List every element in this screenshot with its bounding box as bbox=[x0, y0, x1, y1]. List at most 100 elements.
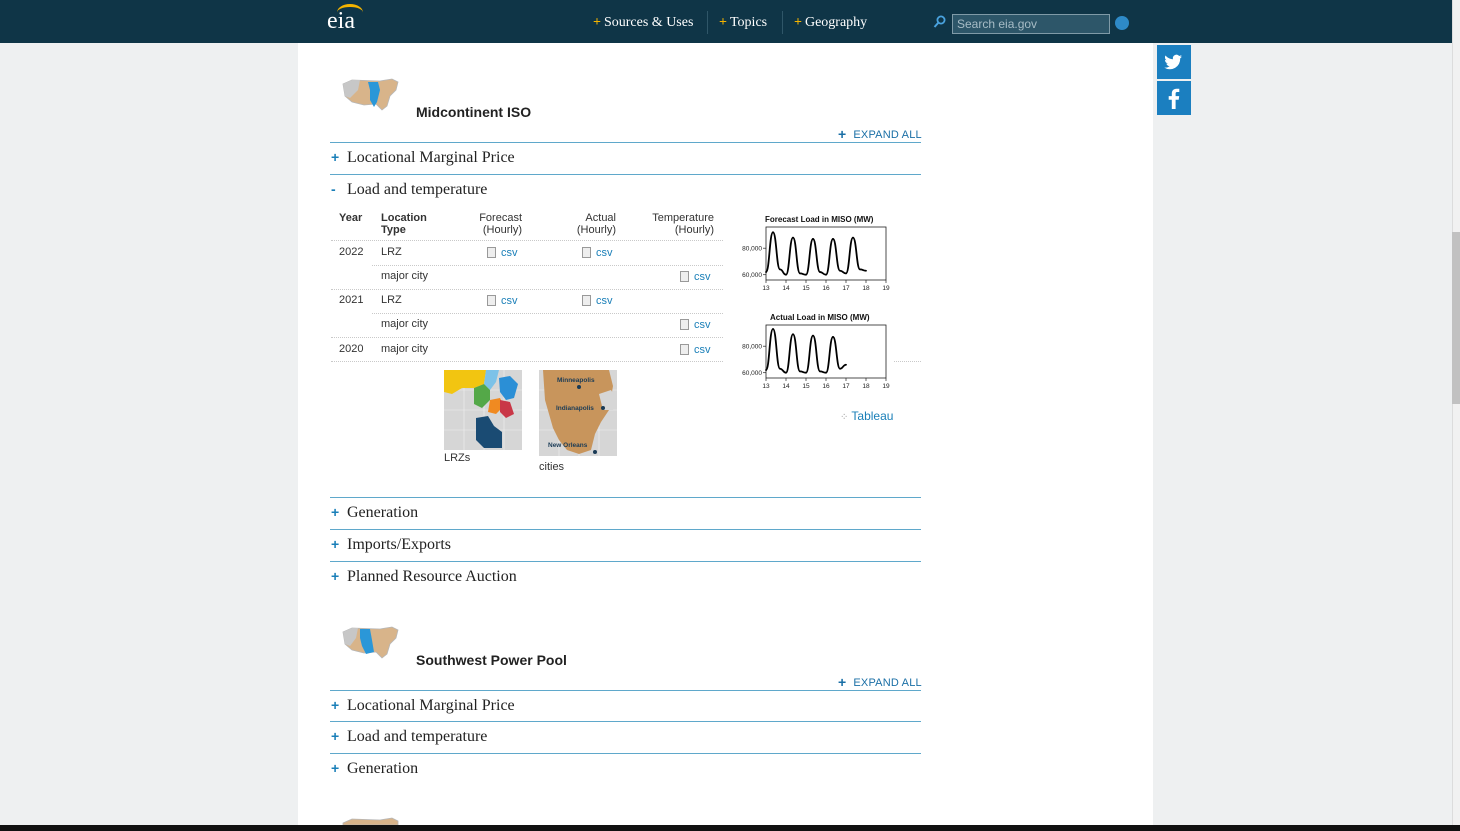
lrz-map[interactable] bbox=[444, 370, 522, 450]
facebook-button[interactable] bbox=[1157, 81, 1191, 115]
search-input[interactable] bbox=[952, 14, 1110, 34]
plus-icon: + bbox=[331, 728, 340, 744]
divider bbox=[330, 721, 921, 722]
nav-divider bbox=[782, 11, 783, 34]
miso-section-load[interactable]: - Load and temperature bbox=[331, 181, 487, 199]
spp-section-generation[interactable]: + Generation bbox=[331, 760, 418, 778]
csv-link-forecast-2021[interactable]: csv bbox=[487, 295, 518, 307]
table-cell-location-type: major city bbox=[381, 343, 429, 355]
data-point bbox=[845, 363, 847, 366]
city-label-minneapolis: Minneapolis bbox=[557, 377, 595, 384]
table-cell-location-type: LRZ bbox=[381, 294, 402, 306]
scrollbar-track[interactable] bbox=[1452, 0, 1460, 825]
miso-section-generation[interactable]: + Generation bbox=[331, 504, 418, 522]
csv-link-temperature-2021[interactable]: csv bbox=[680, 319, 711, 331]
data-point bbox=[792, 236, 794, 239]
divider bbox=[330, 529, 921, 530]
cities-map[interactable]: Minneapolis Indianapolis New Orleans bbox=[539, 370, 617, 456]
x-tick-label: 14 bbox=[782, 285, 790, 292]
nav-divider bbox=[707, 11, 708, 34]
data-point bbox=[852, 236, 854, 239]
miso-section-lmp[interactable]: + Locational Marginal Price bbox=[331, 149, 515, 167]
data-point bbox=[819, 370, 821, 373]
spp-section-load[interactable]: + Load and temperature bbox=[331, 728, 487, 746]
forecast-chart-title: Forecast Load in MISO (MW) bbox=[765, 215, 874, 224]
forecast-load-chart[interactable]: 13 14 15 16 17 18 19 60,000 80,000 bbox=[732, 224, 897, 296]
divider bbox=[330, 174, 921, 175]
y-tick-label: 60,000 bbox=[742, 272, 762, 279]
search-submit-button[interactable] bbox=[1115, 16, 1129, 30]
spp-expand-all-button[interactable]: + EXPAND ALL bbox=[838, 673, 922, 690]
scrollbar-thumb[interactable] bbox=[1452, 232, 1460, 404]
row-divider bbox=[331, 240, 723, 241]
nav-sources-uses[interactable]: + Sources & Uses bbox=[593, 15, 693, 31]
miso-expand-all-button[interactable]: + EXPAND ALL bbox=[838, 125, 922, 142]
plus-icon: + bbox=[331, 536, 340, 552]
twitter-button[interactable] bbox=[1157, 45, 1191, 79]
city-label-indianapolis: Indianapolis bbox=[556, 405, 594, 412]
col-header-actual: Actual (Hourly) bbox=[576, 212, 616, 236]
document-icon bbox=[582, 247, 591, 258]
x-tick-label: 17 bbox=[842, 383, 850, 390]
table-cell-location-type: LRZ bbox=[381, 246, 402, 258]
search-icon bbox=[933, 15, 946, 28]
plus-icon: + bbox=[331, 760, 340, 776]
divider bbox=[330, 690, 921, 691]
col-header-forecast: Forecast (Hourly) bbox=[479, 212, 522, 236]
table-cell-location-type: major city bbox=[381, 318, 429, 330]
row-divider bbox=[894, 361, 921, 362]
x-tick-label: 15 bbox=[802, 285, 810, 292]
actual-load-chart[interactable]: 13 14 15 16 17 18 19 60,000 80,000 bbox=[732, 322, 897, 394]
document-icon bbox=[487, 247, 496, 258]
miso-section-imports-exports[interactable]: + Imports/Exports bbox=[331, 536, 451, 554]
x-tick-label: 19 bbox=[882, 285, 890, 292]
city-label-new-orleans: New Orleans bbox=[548, 442, 588, 449]
row-divider bbox=[331, 289, 723, 290]
document-icon bbox=[680, 271, 689, 282]
x-tick-label: 19 bbox=[882, 383, 890, 390]
spp-section-lmp[interactable]: + Locational Marginal Price bbox=[331, 697, 515, 715]
data-point bbox=[845, 272, 847, 275]
data-point bbox=[865, 269, 867, 272]
data-point bbox=[859, 268, 861, 271]
plus-icon: + bbox=[331, 568, 340, 584]
csv-link-temperature-2020[interactable]: csv bbox=[680, 344, 711, 356]
x-tick-label: 13 bbox=[762, 285, 770, 292]
data-point bbox=[825, 371, 827, 374]
tableau-link[interactable]: ⁘ Tableau bbox=[840, 409, 893, 423]
data-point bbox=[785, 371, 787, 374]
next-region-map-icon bbox=[342, 817, 399, 825]
data-point bbox=[779, 367, 781, 370]
x-tick-label: 13 bbox=[762, 383, 770, 390]
cities-map-caption: cities bbox=[539, 461, 565, 473]
plus-icon: + bbox=[331, 697, 340, 713]
data-point bbox=[825, 273, 827, 276]
csv-link-temperature-2022[interactable]: csv bbox=[680, 271, 711, 283]
data-point bbox=[839, 367, 841, 370]
spp-title: Southwest Power Pool bbox=[416, 652, 567, 668]
lrz-map-caption: LRZs bbox=[444, 452, 471, 464]
data-point bbox=[785, 273, 787, 276]
csv-link-actual-2021[interactable]: csv bbox=[582, 295, 613, 307]
x-tick-label: 16 bbox=[822, 285, 830, 292]
data-point bbox=[772, 328, 774, 330]
csv-link-forecast-2022[interactable]: csv bbox=[487, 247, 518, 259]
document-icon bbox=[680, 344, 689, 355]
plus-icon: + bbox=[593, 15, 601, 30]
csv-link-actual-2022[interactable]: csv bbox=[582, 247, 613, 259]
nav-topics[interactable]: + Topics bbox=[719, 15, 767, 31]
plot-frame bbox=[765, 324, 887, 379]
data-point bbox=[765, 271, 767, 273]
row-divider bbox=[372, 265, 723, 266]
divider bbox=[330, 497, 921, 498]
miso-section-auction[interactable]: + Planned Resource Auction bbox=[331, 568, 517, 586]
x-tick-label: 14 bbox=[782, 383, 790, 390]
col-header-temperature: Temperature (Hourly) bbox=[652, 212, 714, 236]
col-header-year: Year bbox=[339, 212, 363, 224]
data-point bbox=[799, 272, 801, 275]
nav-geography[interactable]: + Geography bbox=[794, 15, 867, 31]
document-icon bbox=[680, 319, 689, 330]
data-point bbox=[812, 334, 814, 337]
eia-logo[interactable]: eia bbox=[327, 4, 363, 35]
data-point bbox=[819, 271, 821, 273]
